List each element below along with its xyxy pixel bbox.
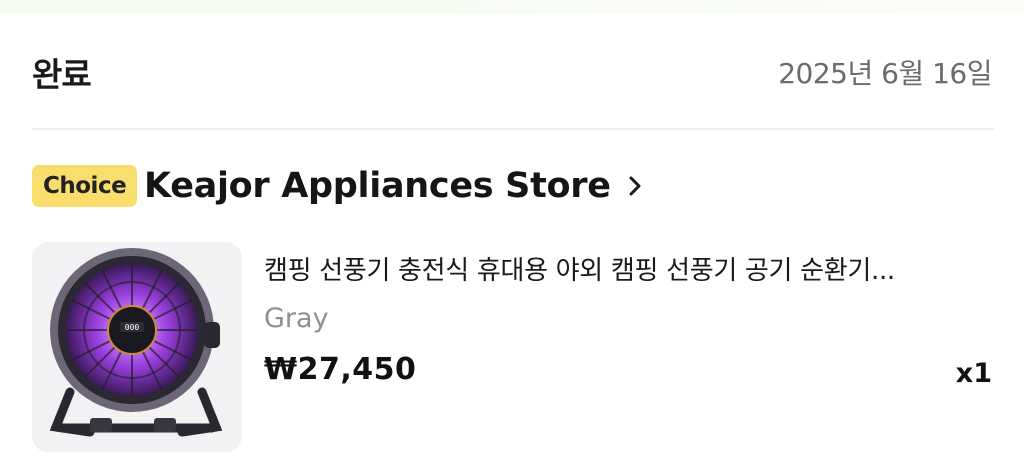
top-band bbox=[0, 0, 1024, 14]
chevron-right-icon bbox=[627, 175, 643, 197]
svg-text:000: 000 bbox=[125, 323, 140, 332]
divider bbox=[32, 128, 994, 130]
store-link[interactable]: Keajor Appliances Store bbox=[144, 164, 643, 208]
product-title[interactable]: 캠핑 선풍기 충전식 휴대용 야외 캠핑 선풍기 공기 순환기... bbox=[264, 250, 994, 287]
choice-badge: Choice bbox=[32, 165, 138, 207]
store-name: Keajor Appliances Store bbox=[144, 166, 611, 206]
product-price: ₩27,450 bbox=[264, 352, 417, 387]
fan-icon: 000 bbox=[49, 248, 223, 437]
product-quantity: x1 bbox=[955, 358, 992, 389]
order-status: 완료 bbox=[32, 55, 92, 94]
product-variant: Gray bbox=[264, 303, 329, 334]
product-image[interactable]: 000 bbox=[32, 242, 242, 452]
order-date: 2025년 6월 16일 bbox=[778, 57, 992, 90]
